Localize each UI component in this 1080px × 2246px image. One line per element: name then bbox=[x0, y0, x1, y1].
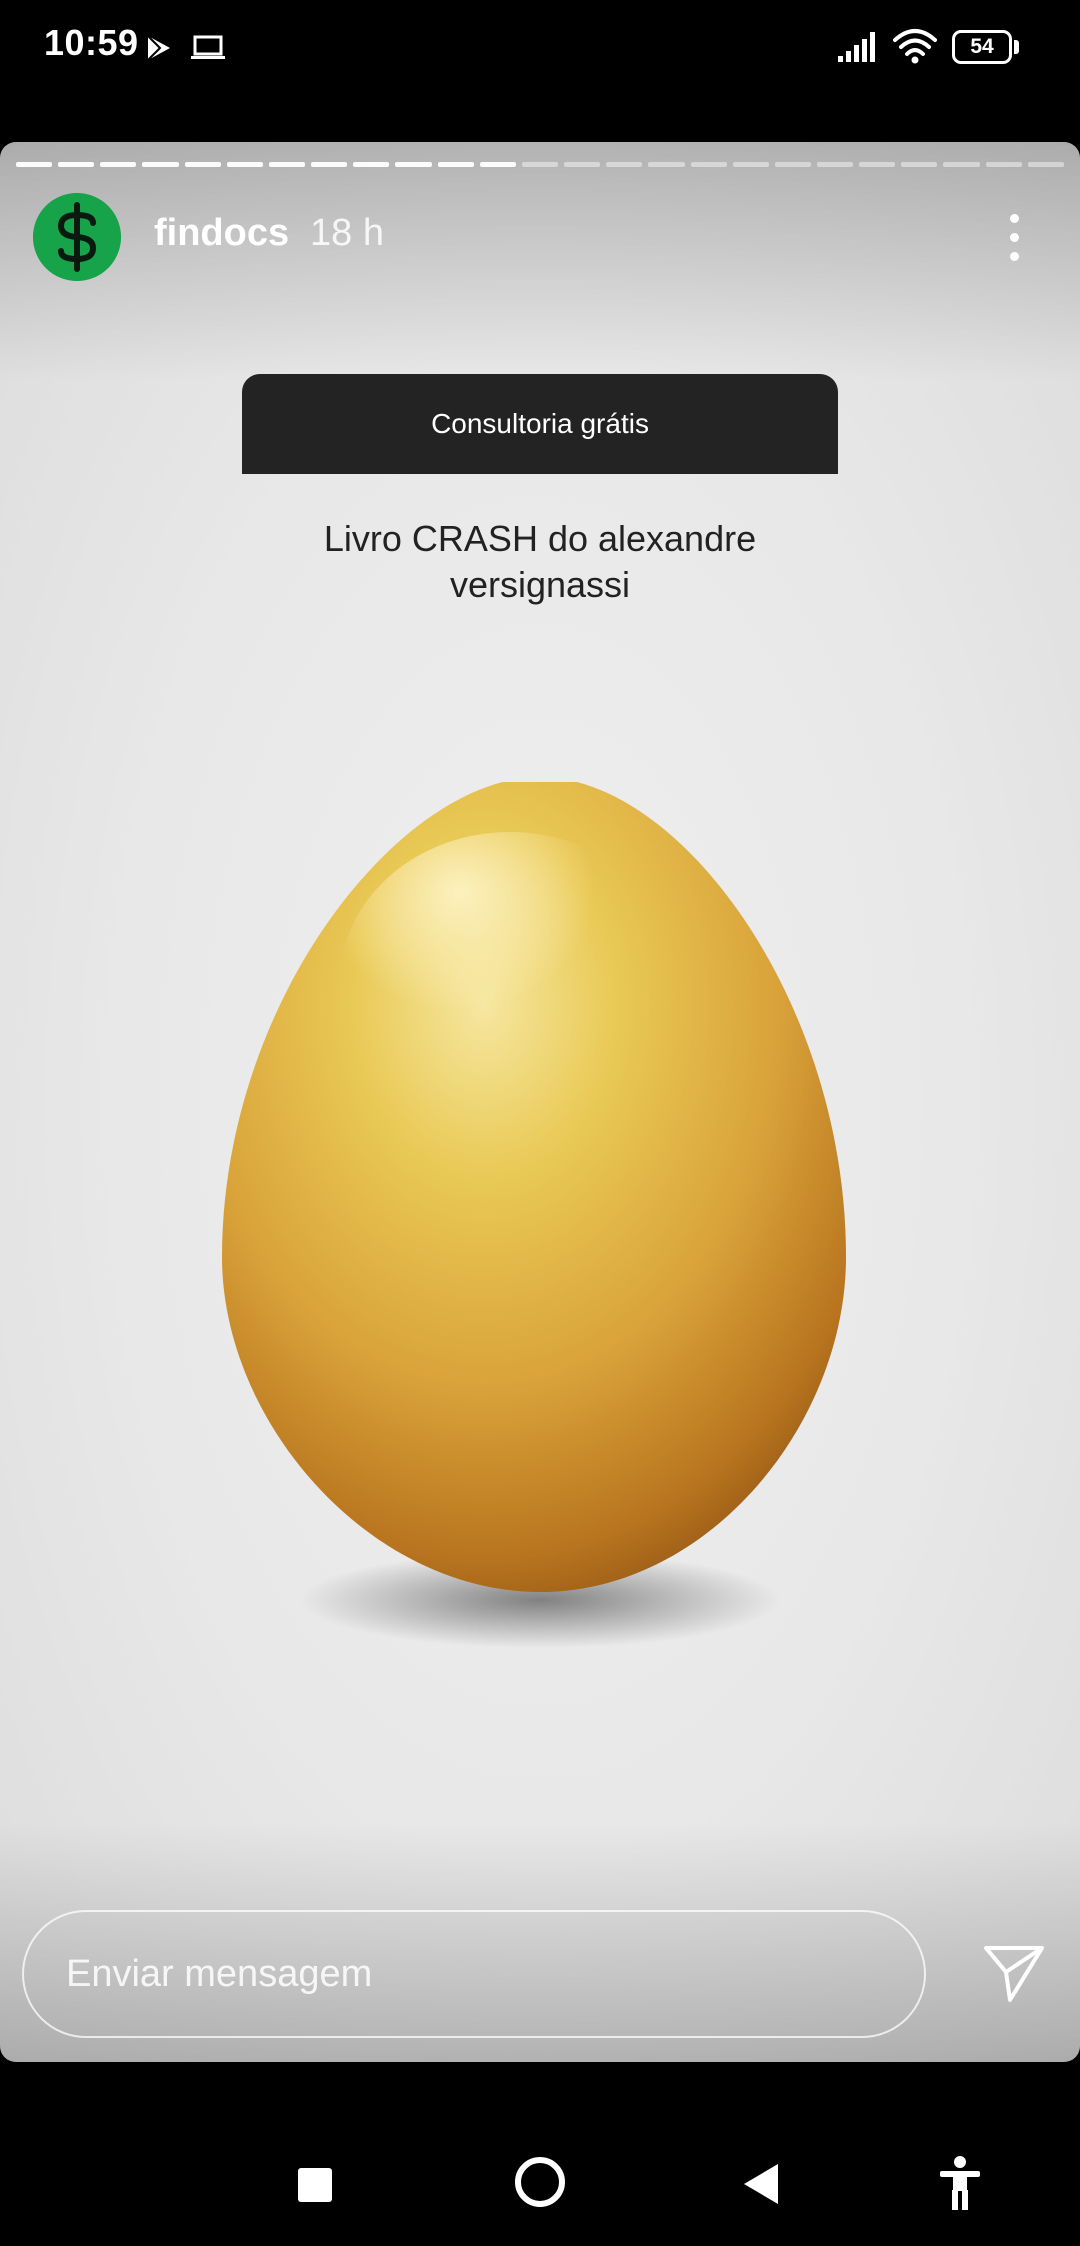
progress-segment bbox=[943, 162, 980, 167]
golden-egg-image bbox=[222, 782, 846, 1648]
progress-segment bbox=[606, 162, 643, 167]
battery-level: 54 bbox=[970, 35, 994, 58]
laptop-icon bbox=[191, 35, 225, 59]
progress-segment bbox=[437, 162, 474, 167]
home-icon[interactable] bbox=[514, 2156, 566, 2208]
accessibility-icon[interactable] bbox=[938, 2156, 982, 2210]
top-shade bbox=[0, 142, 1080, 382]
more-dot bbox=[1009, 252, 1019, 261]
reply-message-input[interactable]: Enviar mensagem bbox=[22, 1910, 926, 2038]
recents-icon[interactable] bbox=[298, 2168, 332, 2202]
progress-segment bbox=[311, 162, 348, 167]
progress-segment bbox=[564, 162, 601, 167]
progress-segment bbox=[395, 162, 432, 167]
progress-segment bbox=[901, 162, 938, 167]
dollar-icon bbox=[33, 193, 121, 281]
progress-segment bbox=[690, 162, 727, 167]
system-nav-bar bbox=[0, 2062, 1080, 2246]
more-dot bbox=[1009, 214, 1019, 223]
story-caption: Livro CRASH do alexandre versignassi bbox=[323, 518, 757, 605]
story-username[interactable]: findocs bbox=[154, 212, 289, 255]
progress-segment bbox=[58, 162, 95, 167]
story-viewer[interactable]: findocs 18 h Consultoria grátis Livro CR… bbox=[0, 142, 1080, 2062]
progress-segment bbox=[521, 162, 559, 167]
status-bar: 10:59 54 bbox=[0, 0, 1080, 96]
signal-icon bbox=[838, 32, 875, 62]
progress-segment bbox=[816, 162, 854, 167]
status-time: 10:59 bbox=[44, 22, 139, 63]
progress-segment bbox=[648, 162, 685, 167]
progress-segment bbox=[184, 162, 221, 167]
progress-segment bbox=[268, 162, 306, 167]
send-icon[interactable] bbox=[980, 1938, 1048, 2006]
progress-segment bbox=[732, 162, 769, 167]
battery-tip bbox=[1014, 40, 1019, 54]
story-time-ago: 18 h bbox=[310, 212, 384, 254]
progress-segment bbox=[774, 162, 811, 167]
back-icon[interactable] bbox=[742, 2162, 780, 2206]
progress-segment bbox=[985, 162, 1022, 167]
progress-segment bbox=[226, 162, 263, 167]
progress-segment bbox=[100, 162, 137, 167]
progress-segment bbox=[16, 162, 53, 167]
progress-segment bbox=[479, 162, 516, 167]
progress-segment bbox=[142, 162, 179, 167]
play-store-icon bbox=[147, 35, 170, 61]
link-sticker[interactable]: Consultoria grátis bbox=[242, 374, 838, 474]
progress-segment bbox=[353, 162, 390, 167]
story-progress-bar bbox=[16, 162, 1064, 167]
progress-segment bbox=[859, 162, 896, 167]
profile-avatar[interactable] bbox=[33, 193, 121, 281]
more-dot bbox=[1009, 233, 1019, 242]
more-options-button[interactable] bbox=[996, 204, 1032, 268]
battery-icon: 54 bbox=[952, 30, 1012, 64]
screen: 10:59 54 findocs 18 h Consultoria grátis… bbox=[0, 0, 1080, 2246]
wifi-icon bbox=[893, 29, 937, 64]
progress-segment bbox=[1027, 162, 1064, 167]
